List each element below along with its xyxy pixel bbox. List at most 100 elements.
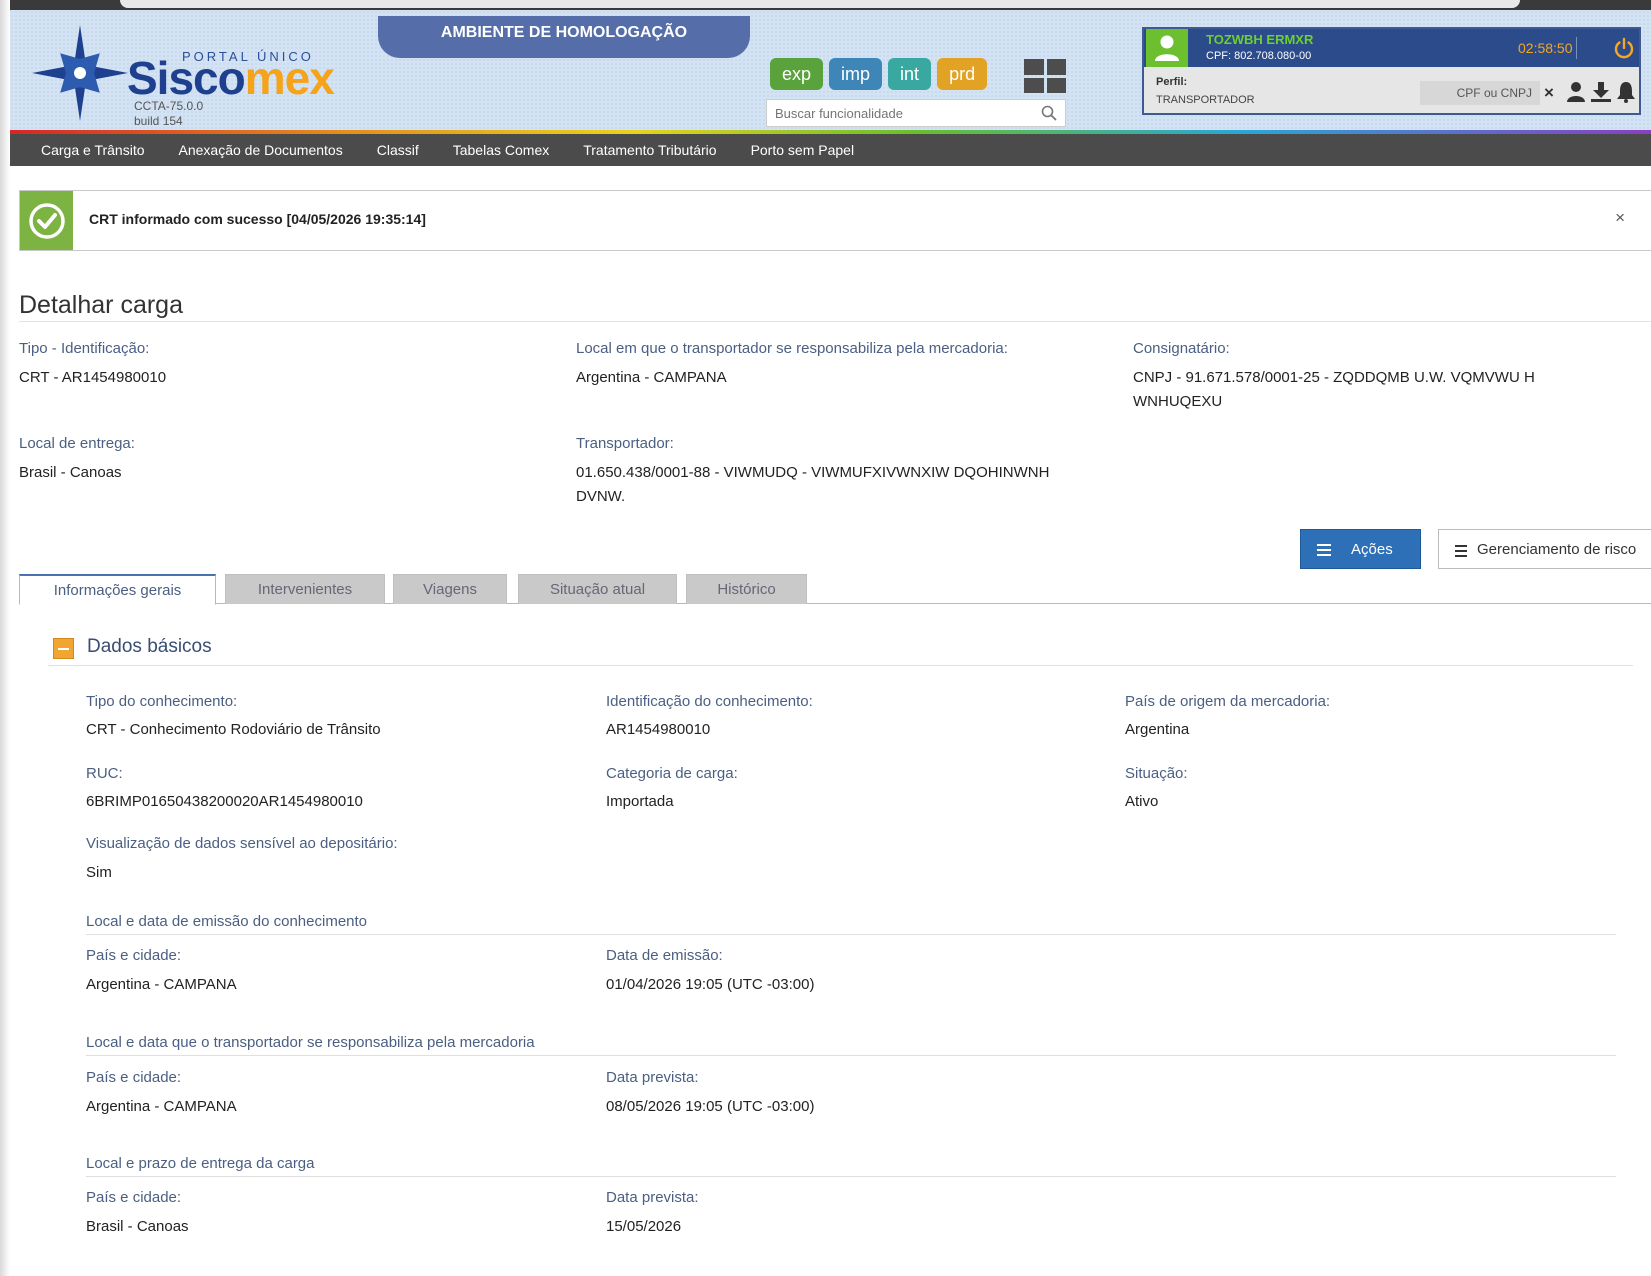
nav-item-tabelas-comex[interactable]: Tabelas Comex	[436, 134, 567, 166]
entrega-data-value: 15/05/2026	[606, 1218, 682, 1235]
nav-item-classif[interactable]: Classif	[360, 134, 436, 166]
divider	[86, 1055, 1616, 1056]
mode-button-prd[interactable]: prd	[937, 58, 988, 90]
local-responsabilidade-label: Local em que o transportador se responsa…	[576, 340, 1008, 357]
browser-top-strip	[10, 0, 1651, 10]
subsection-entrega-title: Local e prazo de entrega da carga	[86, 1155, 315, 1172]
tipo-conhecimento-label: Tipo do conhecimento:	[86, 693, 238, 710]
clear-cnpj-icon[interactable]: ×	[1544, 83, 1554, 103]
subsection-responsabilidade-title: Local e data que o transportador se resp…	[86, 1034, 535, 1051]
section-title-dados-basicos: Dados básicos	[87, 636, 212, 657]
session-timer: 02:58:50	[1518, 40, 1573, 56]
user-avatar-icon	[1155, 35, 1179, 61]
resp-pais-value: Argentina - CAMPANA	[86, 1098, 237, 1115]
identificacao-conhecimento-label: Identificação do conhecimento:	[606, 693, 813, 710]
nav-item-carga-transito[interactable]: Carga e Trânsito	[24, 134, 162, 166]
close-alert-icon[interactable]: ×	[1615, 208, 1625, 228]
gerenciamento-risco-label: Gerenciamento de risco	[1477, 541, 1637, 558]
mode-switcher: exp imp int prd	[770, 58, 988, 92]
mode-button-int[interactable]: int	[888, 58, 932, 90]
search-box	[766, 99, 1066, 127]
transportador-value: 01.650.438/0001-88 - VIWMUDQ - VIWMUFXIV…	[576, 464, 1050, 505]
visualizacao-label: Visualização de dados sensível ao deposi…	[86, 835, 398, 852]
avatar	[1146, 29, 1188, 67]
environment-banner: AMBIENTE DE HOMOLOGAÇÃO	[378, 16, 750, 58]
pais-origem-value: Argentina	[1125, 721, 1190, 738]
tab-situacao-atual[interactable]: Situação atual	[518, 574, 677, 604]
search-input[interactable]	[767, 100, 1027, 126]
consignatario-value: CNPJ - 91.671.578/0001-25 - ZQDDQMB U.W.…	[1133, 369, 1535, 410]
categoria-carga-value: Importada	[606, 793, 674, 810]
power-icon[interactable]	[1613, 37, 1635, 59]
visualizacao-value: Sim	[86, 864, 112, 881]
acoes-button[interactable]: Ações	[1300, 529, 1421, 569]
nav-item-porto-sem-papel[interactable]: Porto sem Papel	[734, 134, 872, 166]
local-responsabilidade-value: Argentina - CAMPANA	[576, 369, 727, 386]
tab-viagens[interactable]: Viagens	[393, 574, 507, 604]
tab-intervenientes[interactable]: Intervenientes	[225, 574, 385, 604]
entrega-pais-label: País e cidade:	[86, 1189, 182, 1206]
emissao-pais-label: País e cidade:	[86, 947, 182, 964]
siscomex-wordmark: Siscomex	[127, 52, 335, 104]
search-icon[interactable]	[1041, 105, 1057, 121]
menu-icon	[1455, 545, 1467, 560]
mode-button-exp[interactable]: exp	[770, 58, 824, 90]
alert-icon-box	[20, 191, 73, 250]
tab-historico[interactable]: Histórico	[686, 574, 807, 604]
entrega-pais-value: Brasil - Canoas	[86, 1218, 189, 1235]
perfil-value: TRANSPORTADOR	[1156, 94, 1255, 106]
detail-tabs: Informações gerais Intervenientes Viagen…	[19, 574, 1651, 605]
siscomex-logo[interactable]: PORTAL ÚNICO Siscomex CCTA-75.0.0 build …	[32, 25, 335, 128]
resp-data-label: Data prevista:	[606, 1069, 699, 1086]
entrega-data-label: Data prevista:	[606, 1189, 699, 1206]
transportador-label: Transportador:	[576, 435, 674, 452]
success-alert: CRT informado com sucesso [04/05/2026 19…	[19, 190, 1651, 251]
version-info: CCTA-75.0.0 build 154	[134, 99, 203, 129]
divider	[86, 934, 1616, 935]
resp-pais-label: País e cidade:	[86, 1069, 182, 1086]
tipo-conhecimento-value: CRT - Conhecimento Rodoviário de Trânsit…	[86, 721, 381, 738]
main-nav: Carga e Trânsito Anexação de Documentos …	[10, 134, 1651, 166]
local-entrega-label: Local de entrega:	[19, 435, 135, 452]
page-shadow	[0, 0, 10, 1276]
divider	[19, 321, 1651, 322]
compass-star-icon	[32, 25, 128, 121]
user-panel: TOZWBH ERMXR CPF: 802.708.080-00 02:58:5…	[1142, 27, 1641, 115]
ruc-value: 6BRIMP01650438200020AR1454980010	[86, 793, 363, 810]
subsection-emissao-title: Local e data de emissão do conhecimento	[86, 913, 368, 930]
local-entrega-value: Brasil - Canoas	[19, 464, 122, 481]
menu-icon	[1317, 544, 1331, 559]
gerenciamento-risco-button[interactable]: Gerenciamento de risco	[1438, 529, 1651, 569]
divider	[48, 665, 1633, 666]
cpf-cnpj-input[interactable]: CPF ou CNPJ	[1420, 81, 1540, 105]
user-cpf: CPF: 802.708.080-00	[1206, 50, 1312, 62]
bell-icon[interactable]	[1616, 81, 1636, 103]
emissao-data-label: Data de emissão:	[606, 947, 723, 964]
page-title: Detalhar carga	[19, 291, 183, 319]
divider	[86, 1176, 1616, 1177]
situacao-value: Ativo	[1125, 793, 1159, 810]
nav-item-anexacao-documentos[interactable]: Anexação de Documentos	[162, 134, 360, 166]
acoes-label: Ações	[1351, 541, 1393, 558]
apps-grid-icon[interactable]	[1024, 59, 1066, 93]
ruc-label: RUC:	[86, 765, 123, 782]
mode-button-imp[interactable]: imp	[829, 58, 883, 90]
nav-item-tratamento-tributario[interactable]: Tratamento Tributário	[566, 134, 733, 166]
build-label: build 154	[134, 114, 183, 128]
download-icon[interactable]	[1590, 81, 1612, 103]
user-tools	[1566, 81, 1636, 103]
person-icon[interactable]	[1566, 81, 1586, 103]
user-name: TOZWBH ERMXR	[1206, 32, 1314, 47]
version-label: CCTA-75.0.0	[134, 99, 204, 113]
collapse-toggle[interactable]	[53, 638, 74, 659]
emissao-data-value: 01/04/2026 19:05 (UTC -03:00)	[606, 976, 815, 993]
situacao-label: Situação:	[1125, 765, 1188, 782]
categoria-carga-label: Categoria de carga:	[606, 765, 738, 782]
consignatario-label: Consignatário:	[1133, 340, 1230, 357]
tab-informacoes-gerais[interactable]: Informações gerais	[19, 574, 216, 605]
pais-origem-label: País de origem da mercadoria:	[1125, 693, 1331, 710]
check-circle-icon	[29, 203, 65, 239]
resp-data-value: 08/05/2026 19:05 (UTC -03:00)	[606, 1098, 815, 1115]
alert-message: CRT informado com sucesso [04/05/2026 19…	[89, 211, 426, 227]
identificacao-conhecimento-value: AR1454980010	[606, 721, 711, 738]
